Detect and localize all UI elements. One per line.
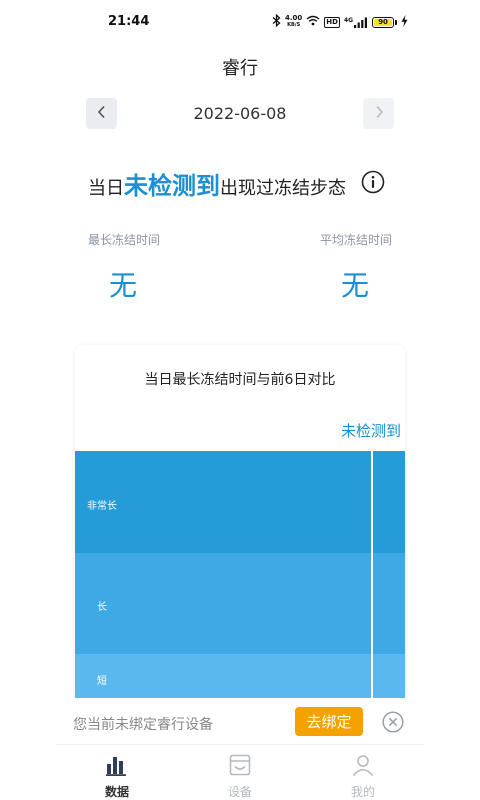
tab-label: 数据 [104,785,129,799]
status-time: 21:44 [108,14,150,29]
tab-data[interactable]: 数据 [87,753,147,800]
comparison-card: 当日最长冻结时间与前6日对比 未检测到 非常长 长 短 [75,345,405,715]
tab-device[interactable]: 设备 [210,753,270,800]
summary-suffix: 出现过冻结步态 [220,178,346,199]
device-icon [228,753,252,781]
band-very-long: 非常长 [75,451,405,553]
band-label: 非常长 [87,501,117,512]
average-freeze-value: 无 [341,269,370,302]
bottom-tabbar: 数据 设备 我的 [56,744,424,800]
today-marker-line [371,451,373,715]
wifi-icon [306,15,320,29]
status-icons: 4.00 KB/S HD 4G 90 [272,13,408,31]
bar-chart-icon [105,753,129,781]
summary-prefix: 当日 [88,178,124,199]
banner-text: 您当前未绑定睿行设备 [73,717,213,733]
user-icon [351,753,375,781]
prev-day-button[interactable] [86,98,117,129]
longest-freeze-value: 无 [109,269,138,302]
summary-emphasis: 未检测到 [124,172,220,200]
bind-device-button[interactable]: 去绑定 [295,707,363,736]
freeze-summary: 当日 未检测到 出现过冻结步态 [88,166,346,201]
close-banner-button[interactable] [382,711,404,733]
info-icon[interactable] [361,170,385,194]
charging-icon [401,14,408,30]
next-day-button[interactable] [363,98,394,129]
band-label: 短 [97,676,107,687]
current-date: 2022-06-08 [193,104,287,123]
battery-icon: 90 [372,16,398,28]
chevron-right-icon [374,104,384,123]
chart-legend: 未检测到 [340,422,401,440]
average-freeze-label: 平均冻结时间 [320,233,393,247]
tab-label: 我的 [350,785,375,799]
close-icon [382,711,404,737]
card-title: 当日最长冻结时间与前6日对比 [144,372,336,388]
chevron-left-icon [97,104,107,123]
signal-icon: 4G [344,17,368,28]
bluetooth-icon [272,13,281,30]
band-long: 长 [75,553,405,654]
bind-device-banner: 您当前未绑定睿行设备 去绑定 [56,698,424,744]
tab-profile[interactable]: 我的 [333,753,393,800]
network-speed: 4.00 KB/S [285,14,303,29]
hd-badge: HD [324,16,340,28]
page-title: 睿行 [222,58,258,79]
status-bar: 21:44 4.00 KB/S HD 4G 90 [0,0,480,44]
tab-label: 设备 [227,785,252,799]
band-label: 长 [97,602,107,613]
longest-freeze-label: 最长冻结时间 [88,233,161,247]
